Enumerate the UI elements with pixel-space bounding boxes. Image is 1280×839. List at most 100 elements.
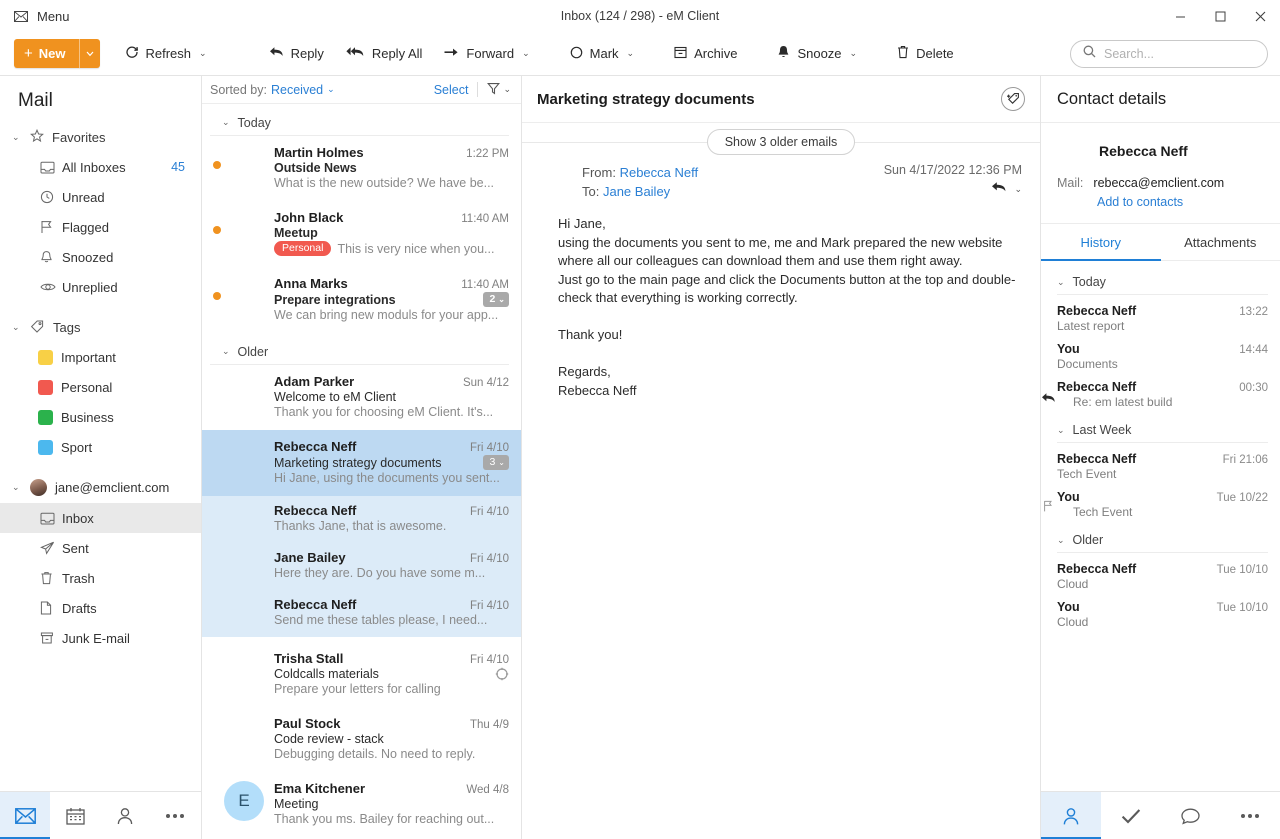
- history-group-today[interactable]: ⌄ Today: [1057, 270, 1268, 295]
- filter-button[interactable]: ⌄: [487, 82, 511, 98]
- chevron-down-icon[interactable]: ⌄: [327, 84, 335, 95]
- mark-button[interactable]: Mark ⌄: [559, 38, 645, 70]
- nav-contacts[interactable]: [100, 792, 150, 839]
- table-row[interactable]: Rebecca Neff Fri 4/10 Marketing strategy…: [202, 430, 521, 496]
- message-group-today[interactable]: ⌄ Today: [210, 110, 509, 136]
- show-older-emails-button[interactable]: Show 3 older emails: [707, 129, 856, 155]
- table-row[interactable]: E Ema Kitchener Wed 4/8 Meeting Thank yo…: [202, 772, 521, 837]
- refresh-button[interactable]: Refresh ⌄: [114, 38, 218, 70]
- list-item[interactable]: Rebecca Neff Fri 21:06 Tech Event: [1041, 443, 1280, 481]
- nav-chat[interactable]: [1161, 792, 1221, 839]
- chevron-down-icon[interactable]: ⌄: [1014, 184, 1022, 195]
- sidebar-account[interactable]: ⌄ jane@emclient.com: [0, 471, 201, 503]
- search-input[interactable]: [1104, 47, 1255, 61]
- list-item[interactable]: Rebecca Neff 13:22 Latest report: [1041, 295, 1280, 333]
- sidebar-folder-inbox[interactable]: Inbox: [0, 503, 201, 533]
- table-row[interactable]: Martin Holmes 1:22 PM Outside News What …: [202, 136, 521, 201]
- nav-mail[interactable]: [0, 792, 50, 839]
- message-time: Sun 4/12: [455, 377, 509, 389]
- app-body: Mail ⌄ Favorites All Inboxes 45: [0, 76, 1280, 839]
- funnel-icon: [487, 82, 500, 98]
- add-to-contacts-link[interactable]: Add to contacts: [1041, 190, 1280, 224]
- sidebar-item-all-inboxes[interactable]: All Inboxes 45: [0, 152, 201, 182]
- table-row[interactable]: John Black 11:40 AM Meetup Personal This…: [202, 201, 521, 267]
- message-list-scroll[interactable]: ⌄ Today Martin Holmes 1:22 PM Outside Ne…: [202, 104, 521, 839]
- list-item[interactable]: You Tue 10/22 Tech Event: [1041, 481, 1280, 519]
- sidebar-tag-personal[interactable]: Personal: [0, 372, 201, 402]
- menu-button[interactable]: Menu: [0, 0, 82, 32]
- sidebar-tag-important[interactable]: Important: [0, 342, 201, 372]
- reply-arrow-icon[interactable]: [991, 180, 1007, 198]
- table-row[interactable]: Trisha Stall Fri 4/10 Coldcalls material…: [202, 642, 521, 707]
- table-row[interactable]: Rebecca Neff Fri 4/10 Send me these tabl…: [202, 590, 521, 637]
- sidebar-item-unread[interactable]: Unread: [0, 182, 201, 212]
- sidebar-item-snoozed[interactable]: Snoozed: [0, 242, 201, 272]
- minimize-button[interactable]: [1160, 0, 1200, 32]
- sorted-by-value[interactable]: Received: [271, 83, 323, 97]
- sidebar-folder-junk[interactable]: Junk E-mail: [0, 623, 201, 653]
- history-time: Tue 10/22: [1217, 492, 1268, 504]
- reply-button[interactable]: Reply: [258, 38, 335, 70]
- sidebar-item-flagged[interactable]: Flagged: [0, 212, 201, 242]
- table-row[interactable]: Rebecca Neff Fri 4/10 Thanks Jane, that …: [202, 496, 521, 543]
- chevron-down-icon[interactable]: ⌄: [627, 48, 635, 59]
- chevron-down-icon[interactable]: ⌄: [522, 48, 530, 59]
- avatar: [233, 597, 264, 628]
- delete-button[interactable]: Delete: [886, 38, 965, 70]
- sidebar-item-label: Business: [61, 410, 201, 425]
- list-item[interactable]: Rebecca Neff 00:30 Re: em latest build: [1041, 371, 1280, 409]
- archive-button[interactable]: Archive: [663, 38, 748, 70]
- message-header: From: Rebecca Neff To: Jane Bailey Sun 4…: [522, 161, 1040, 201]
- tab-attachments[interactable]: Attachments: [1161, 224, 1280, 260]
- select-button[interactable]: Select: [434, 83, 469, 97]
- conversation-count-badge[interactable]: 3 ⌄: [483, 455, 509, 470]
- nav-calendar[interactable]: [50, 792, 100, 839]
- history-group-older[interactable]: ⌄ Older: [1057, 528, 1268, 553]
- sidebar-folder-trash[interactable]: Trash: [0, 563, 201, 593]
- sidebar-folder-drafts[interactable]: Drafts: [0, 593, 201, 623]
- to-value[interactable]: Jane Bailey: [603, 184, 670, 199]
- close-button[interactable]: [1240, 0, 1280, 32]
- nav-more[interactable]: [150, 792, 200, 839]
- add-tag-button[interactable]: [1001, 87, 1025, 111]
- list-item[interactable]: You Tue 10/10 Cloud: [1041, 591, 1280, 629]
- history-group-last-week[interactable]: ⌄ Last Week: [1057, 418, 1268, 443]
- table-row[interactable]: Paul Stock Thu 4/9 Code review - stack D…: [202, 707, 521, 772]
- search-box[interactable]: [1070, 40, 1268, 68]
- sidebar-group-favorites[interactable]: ⌄ Favorites: [0, 122, 201, 152]
- snooze-status-icon[interactable]: [495, 667, 509, 681]
- table-row[interactable]: Anna Marks 11:40 AM Prepare integrations…: [202, 267, 521, 333]
- nav-tasks[interactable]: [1101, 792, 1161, 839]
- sidebar-folder-sent[interactable]: Sent: [0, 533, 201, 563]
- reply-all-button[interactable]: Reply All: [335, 38, 434, 70]
- new-button[interactable]: + New: [14, 39, 100, 68]
- tab-history[interactable]: History: [1041, 224, 1161, 260]
- chevron-down-icon[interactable]: ⌄: [850, 48, 858, 59]
- message-group-older[interactable]: ⌄ Older: [210, 339, 509, 365]
- history-scroll[interactable]: ⌄ Today Rebecca Neff 13:22 Latest report…: [1041, 261, 1280, 791]
- message-subject: Meetup: [274, 226, 509, 240]
- sidebar-group-tags[interactable]: ⌄ Tags: [0, 312, 201, 342]
- sidebar-tag-business[interactable]: Business: [0, 402, 201, 432]
- sidebar-item-unreplied[interactable]: Unreplied: [0, 272, 201, 302]
- nav-more[interactable]: [1220, 792, 1280, 839]
- trash-icon: [897, 45, 909, 62]
- mail-value[interactable]: rebecca@emclient.com: [1093, 176, 1224, 190]
- avatar: [224, 145, 264, 185]
- plus-icon: +: [24, 46, 33, 61]
- chevron-down-icon: ⌄: [1057, 277, 1065, 288]
- new-dropdown-arrow[interactable]: [79, 39, 100, 68]
- forward-button[interactable]: Forward ⌄: [433, 38, 540, 70]
- chevron-down-icon[interactable]: ⌄: [199, 48, 207, 59]
- conversation-count-badge[interactable]: 2 ⌄: [483, 292, 509, 307]
- sidebar-tag-sport[interactable]: Sport: [0, 432, 201, 462]
- history-time: Fri 21:06: [1223, 454, 1268, 466]
- list-item[interactable]: Rebecca Neff Tue 10/10 Cloud: [1041, 553, 1280, 591]
- table-row[interactable]: Jane Bailey Fri 4/10 Here they are. Do y…: [202, 543, 521, 590]
- nav-person[interactable]: [1041, 792, 1101, 839]
- snooze-button[interactable]: Snooze ⌄: [766, 38, 868, 70]
- from-value[interactable]: Rebecca Neff: [620, 165, 699, 180]
- table-row[interactable]: Adam Parker Sun 4/12 Welcome to eM Clien…: [202, 365, 521, 430]
- maximize-button[interactable]: [1200, 0, 1240, 32]
- list-item[interactable]: You 14:44 Documents: [1041, 333, 1280, 371]
